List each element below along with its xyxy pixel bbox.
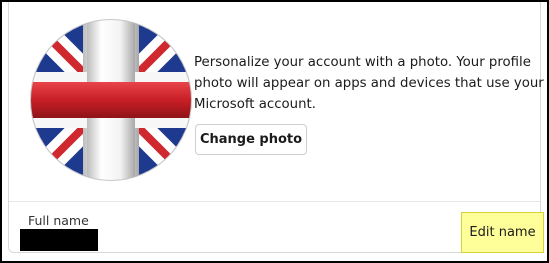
- profile-avatar: [31, 20, 191, 180]
- full-name-value-redacted: [20, 229, 98, 251]
- screenshot-frame: Personalize your account with a photo. Y…: [0, 0, 549, 263]
- section-divider: [9, 201, 540, 202]
- union-jack-avatar-icon: [31, 20, 191, 180]
- edit-name-link[interactable]: Edit name: [461, 212, 544, 253]
- profile-photo-description: Personalize your account with a photo. Y…: [194, 55, 544, 112]
- change-photo-button[interactable]: Change photo: [195, 124, 307, 155]
- full-name-label: Full name: [28, 213, 89, 228]
- profile-card: Personalize your account with a photo. Y…: [8, 2, 544, 253]
